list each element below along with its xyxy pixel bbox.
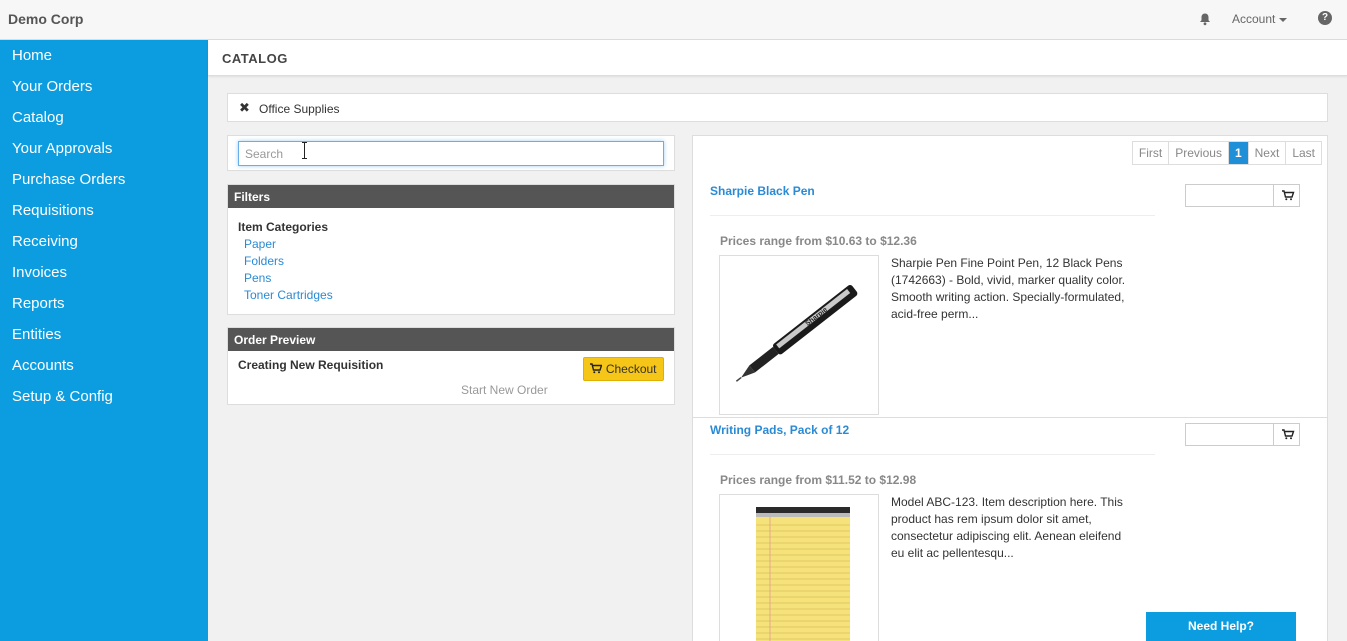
sidebar-item-catalog[interactable]: Catalog bbox=[12, 109, 64, 126]
filters-panel: Filters Item Categories Paper Folders Pe… bbox=[227, 184, 675, 315]
category-link-pens[interactable]: Pens bbox=[244, 271, 271, 285]
sidebar-item-purchase-orders[interactable]: Purchase Orders bbox=[12, 171, 125, 188]
sidebar-item-reports[interactable]: Reports bbox=[12, 295, 65, 312]
account-label: Account bbox=[1232, 12, 1276, 26]
search-input[interactable] bbox=[238, 141, 664, 166]
start-new-order-link[interactable]: Start New Order bbox=[461, 383, 548, 397]
price-range: Prices range from $11.52 to $12.98 bbox=[720, 473, 917, 487]
close-icon[interactable]: ✖ bbox=[239, 100, 250, 116]
category-link-paper[interactable]: Paper bbox=[244, 237, 276, 251]
chevron-down-icon bbox=[1279, 17, 1288, 22]
top-bar: Demo Corp Account ? bbox=[0, 0, 1347, 40]
filters-title: Filters bbox=[228, 185, 674, 208]
cart-icon bbox=[590, 362, 603, 376]
sidebar-item-entities[interactable]: Entities bbox=[12, 326, 61, 343]
pagination-previous[interactable]: Previous bbox=[1168, 142, 1228, 164]
product-separator bbox=[693, 417, 1327, 418]
pagination: First Previous 1 Next Last bbox=[1131, 141, 1322, 165]
main-content: CATALOG ✖ Office Supplies Filters Item C… bbox=[208, 40, 1347, 641]
sidebar-item-requisitions[interactable]: Requisitions bbox=[12, 202, 94, 219]
need-help-button[interactable]: Need Help? bbox=[1146, 612, 1296, 641]
bell-icon[interactable] bbox=[1198, 12, 1212, 26]
quantity-field[interactable] bbox=[1185, 423, 1300, 446]
checkout-label: Checkout bbox=[605, 362, 657, 376]
quantity-field[interactable] bbox=[1185, 184, 1300, 207]
pagination-last[interactable]: Last bbox=[1285, 142, 1321, 164]
sidebar-item-invoices[interactable]: Invoices bbox=[12, 264, 67, 281]
sidebar-item-accounts[interactable]: Accounts bbox=[12, 357, 74, 374]
sidebar-item-your-approvals[interactable]: Your Approvals bbox=[12, 140, 112, 157]
category-link-folders[interactable]: Folders bbox=[244, 254, 284, 268]
pagination-first[interactable]: First bbox=[1133, 142, 1168, 164]
product-image-writing-pad[interactable] bbox=[719, 494, 879, 641]
product-title[interactable]: Sharpie Black Pen bbox=[710, 184, 815, 198]
page-title: CATALOG bbox=[222, 51, 288, 66]
add-to-cart-icon[interactable] bbox=[1273, 185, 1299, 206]
pagination-current-page[interactable]: 1 bbox=[1227, 142, 1248, 164]
product-description: Model ABC-123. Item description here. Th… bbox=[891, 495, 1123, 560]
sidebar-item-your-orders[interactable]: Your Orders bbox=[12, 78, 92, 95]
product-divider bbox=[710, 454, 1155, 455]
order-preview-panel: Order Preview Creating New Requisition C… bbox=[227, 327, 675, 405]
product-divider bbox=[710, 215, 1155, 216]
sidebar-item-receiving[interactable]: Receiving bbox=[12, 233, 78, 250]
active-filter-chip: ✖ Office Supplies bbox=[227, 93, 1328, 122]
product-description: Sharpie Pen Fine Point Pen, 12 Black Pen… bbox=[891, 256, 1126, 321]
product-title[interactable]: Writing Pads, Pack of 12 bbox=[710, 423, 849, 437]
text-cursor-icon bbox=[302, 142, 307, 159]
pagination-next[interactable]: Next bbox=[1247, 142, 1286, 164]
order-preview-title: Order Preview bbox=[228, 328, 674, 351]
account-menu[interactable]: Account bbox=[1232, 12, 1288, 26]
price-range: Prices range from $10.63 to $12.36 bbox=[720, 234, 917, 248]
sidebar: Home Your Orders Catalog Your Approvals … bbox=[0, 40, 208, 641]
search-panel bbox=[227, 135, 675, 171]
product-list: First Previous 1 Next Last Sharpie Black… bbox=[692, 135, 1328, 641]
item-categories-heading: Item Categories bbox=[238, 220, 329, 234]
sidebar-item-setup-config[interactable]: Setup & Config bbox=[12, 388, 113, 405]
sidebar-item-home[interactable]: Home bbox=[12, 47, 52, 64]
product-image-pen[interactable]: Sharpie bbox=[719, 255, 879, 415]
category-link-toner-cartridges[interactable]: Toner Cartridges bbox=[244, 288, 333, 302]
help-icon[interactable]: ? bbox=[1318, 11, 1332, 25]
add-to-cart-icon[interactable] bbox=[1273, 424, 1299, 445]
order-status: Creating New Requisition bbox=[238, 358, 384, 372]
checkout-button[interactable]: Checkout bbox=[583, 357, 664, 381]
brand-name[interactable]: Demo Corp bbox=[8, 11, 83, 27]
page-header: CATALOG bbox=[208, 40, 1347, 76]
active-filter-label: Office Supplies bbox=[259, 102, 340, 116]
